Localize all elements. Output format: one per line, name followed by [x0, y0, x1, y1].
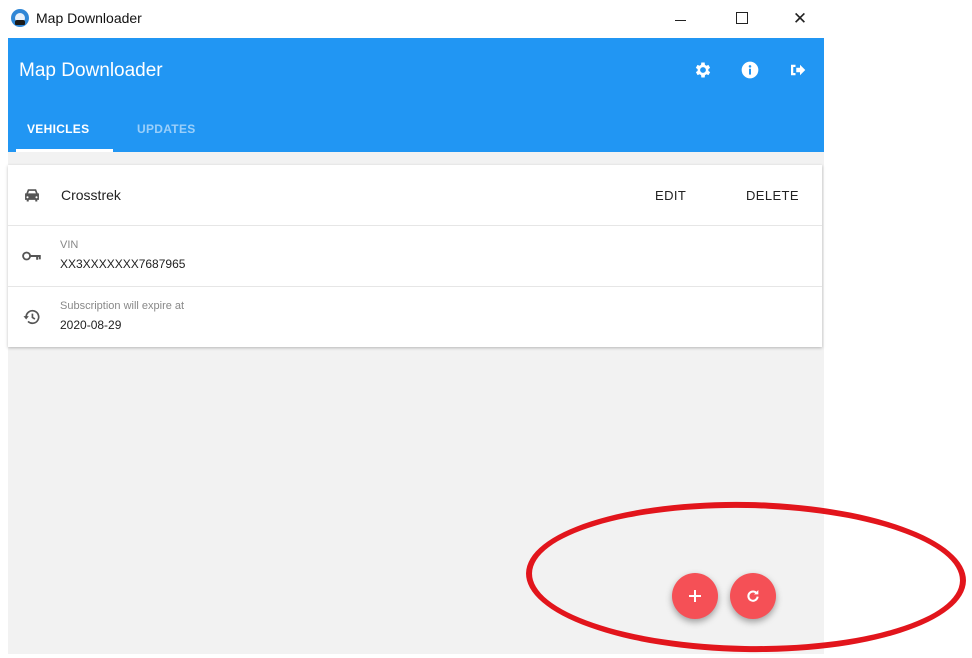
subscription-value: 2020-08-29: [60, 318, 122, 332]
tab-bar: VEHICLES UPDATES: [8, 110, 824, 152]
car-icon: [22, 185, 42, 205]
minimize-icon: [674, 19, 686, 21]
info-icon[interactable]: [739, 59, 761, 81]
history-icon: [22, 307, 42, 327]
delete-button[interactable]: DELETE: [746, 188, 799, 203]
edit-button[interactable]: EDIT: [655, 188, 686, 203]
subscription-row: Subscription will expire at 2020-08-29: [8, 286, 822, 347]
app-title: Map Downloader: [19, 60, 163, 81]
gear-icon[interactable]: [692, 59, 714, 81]
vehicle-card: Crosstrek EDIT DELETE VIN XX3XXXXXXX7687…: [8, 165, 822, 347]
tab-vehicles[interactable]: VEHICLES: [27, 122, 89, 136]
minimize-button[interactable]: [665, 4, 695, 32]
vin-row: VIN XX3XXXXXXX7687965: [8, 225, 822, 287]
maximize-icon: [736, 12, 748, 24]
window-titlebar: Map Downloader ✕: [0, 0, 830, 38]
vin-label: VIN: [60, 239, 79, 251]
app-header: Map Downloader VEHICLES UPDATES: [8, 38, 824, 152]
vehicle-header-row: Crosstrek EDIT DELETE: [8, 165, 822, 226]
logout-icon[interactable]: [786, 59, 808, 81]
window-title: Map Downloader: [36, 10, 142, 26]
vin-value: XX3XXXXXXX7687965: [60, 257, 186, 271]
close-icon: ✕: [792, 8, 808, 28]
app-globe-car-icon: [11, 9, 29, 27]
close-button[interactable]: ✕: [785, 4, 815, 32]
key-icon: [22, 246, 42, 266]
vehicle-name: Crosstrek: [61, 187, 121, 203]
maximize-button[interactable]: [727, 4, 757, 32]
subscription-label: Subscription will expire at: [60, 300, 185, 312]
tab-updates[interactable]: UPDATES: [137, 122, 196, 136]
